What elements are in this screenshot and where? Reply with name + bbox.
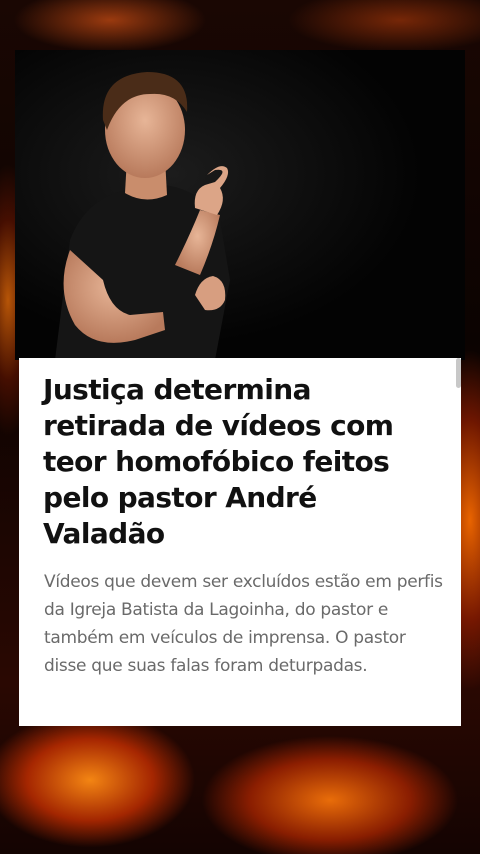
article-headline: Justiça determina retirada de vídeos com…	[43, 373, 394, 550]
person-photo-illustration	[15, 50, 465, 360]
scrollbar[interactable]	[456, 358, 461, 388]
article-photo-pastor-speaking	[15, 50, 465, 360]
article-card[interactable]: Justiça determina retirada de vídeos com…	[19, 358, 461, 726]
article-summary: Vídeos que devem ser excluídos estão em …	[44, 572, 443, 676]
